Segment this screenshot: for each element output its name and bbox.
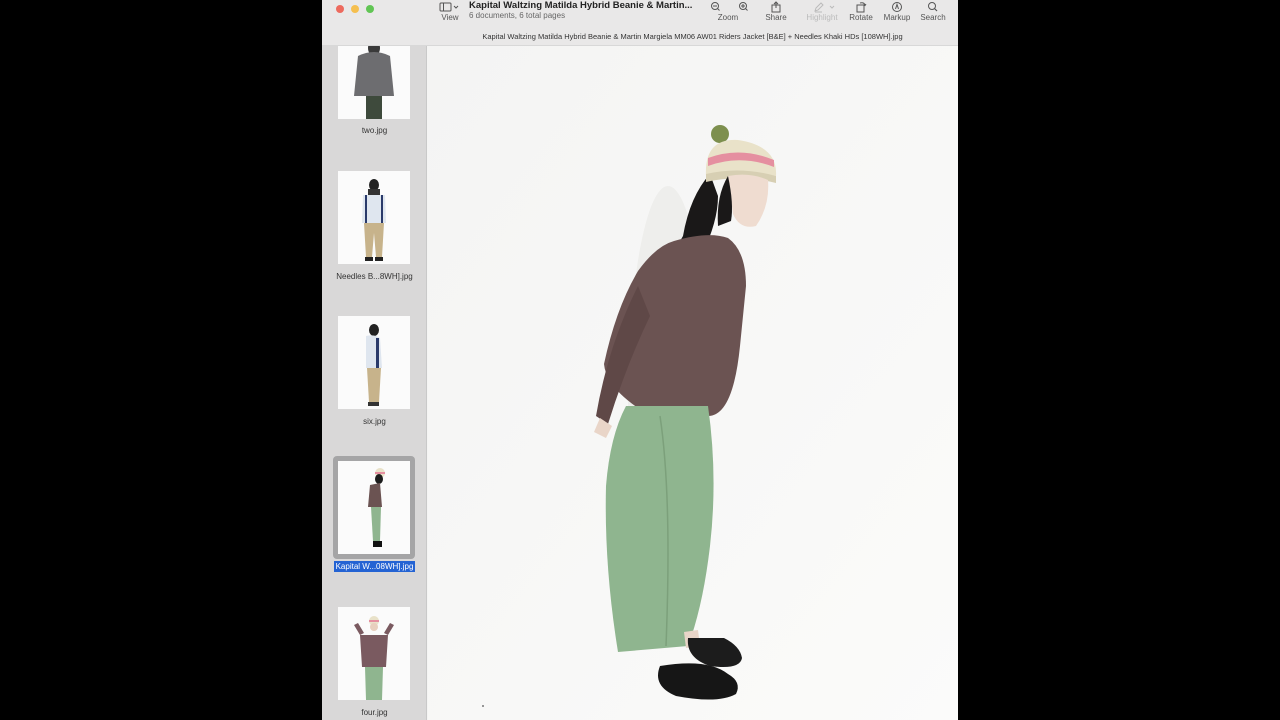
thumbnail-caption: six.jpg <box>363 417 386 426</box>
search-button[interactable]: Search <box>918 0 948 28</box>
search-label: Search <box>920 13 946 22</box>
document-title: Kapital Waltzing Matilda Hybrid Beanie &… <box>469 0 693 11</box>
rotate-icon <box>856 2 867 13</box>
rotate-button[interactable]: Rotate <box>846 0 876 28</box>
share-label: Share <box>765 13 787 22</box>
highlight-button[interactable]: Highlight <box>802 0 842 28</box>
thumbnail-image <box>338 171 410 264</box>
zoom-out-icon[interactable] <box>711 2 720 11</box>
thumbnail-image <box>338 607 410 700</box>
thumbnail-caption: Kapital W...08WH].jpg <box>333 561 416 572</box>
minimize-window-button[interactable] <box>351 5 359 13</box>
image-view[interactable] <box>428 46 958 720</box>
thumbnail-caption: four.jpg <box>361 708 388 717</box>
main-photo <box>428 46 958 720</box>
highlight-icon <box>814 2 835 13</box>
file-title-bar: Kapital Waltzing Matilda Hybrid Beanie &… <box>322 28 958 46</box>
markup-icon <box>892 2 902 12</box>
search-icon <box>928 2 938 12</box>
thumbnail-image <box>338 461 410 554</box>
current-file-name: Kapital Waltzing Matilda Hybrid Beanie &… <box>482 32 903 41</box>
view-button[interactable]: View <box>435 0 465 28</box>
thumbnail-caption: Needles B...8WH].jpg <box>336 272 413 281</box>
rotate-label: Rotate <box>849 13 873 22</box>
share-icon <box>771 1 781 13</box>
highlight-label: Highlight <box>806 13 838 22</box>
share-button[interactable]: Share <box>760 0 792 28</box>
thumbnail-caption: two.jpg <box>361 126 388 135</box>
zoom-label: Zoom <box>717 13 739 22</box>
preview-window: View Kapital Waltzing Matilda Hybrid Bea… <box>322 0 958 720</box>
view-label: View <box>441 13 459 22</box>
thumbnail-image <box>338 46 410 119</box>
close-window-button[interactable] <box>336 5 344 13</box>
zoom-button[interactable]: Zoom <box>704 0 752 28</box>
toolbar: View Kapital Waltzing Matilda Hybrid Bea… <box>322 0 958 28</box>
zoom-in-icon[interactable] <box>739 2 748 11</box>
thumbnail-sidebar[interactable]: two.jpg Needles B...8WH].jpg six.jpg Kap… <box>322 46 427 720</box>
zoom-window-button[interactable] <box>366 5 374 13</box>
document-subtitle: 6 documents, 6 total pages <box>469 11 566 20</box>
markup-label: Markup <box>883 13 911 22</box>
sidebar-icon <box>439 2 459 12</box>
thumbnail-image <box>338 316 410 409</box>
markup-button[interactable]: Markup <box>880 0 914 28</box>
